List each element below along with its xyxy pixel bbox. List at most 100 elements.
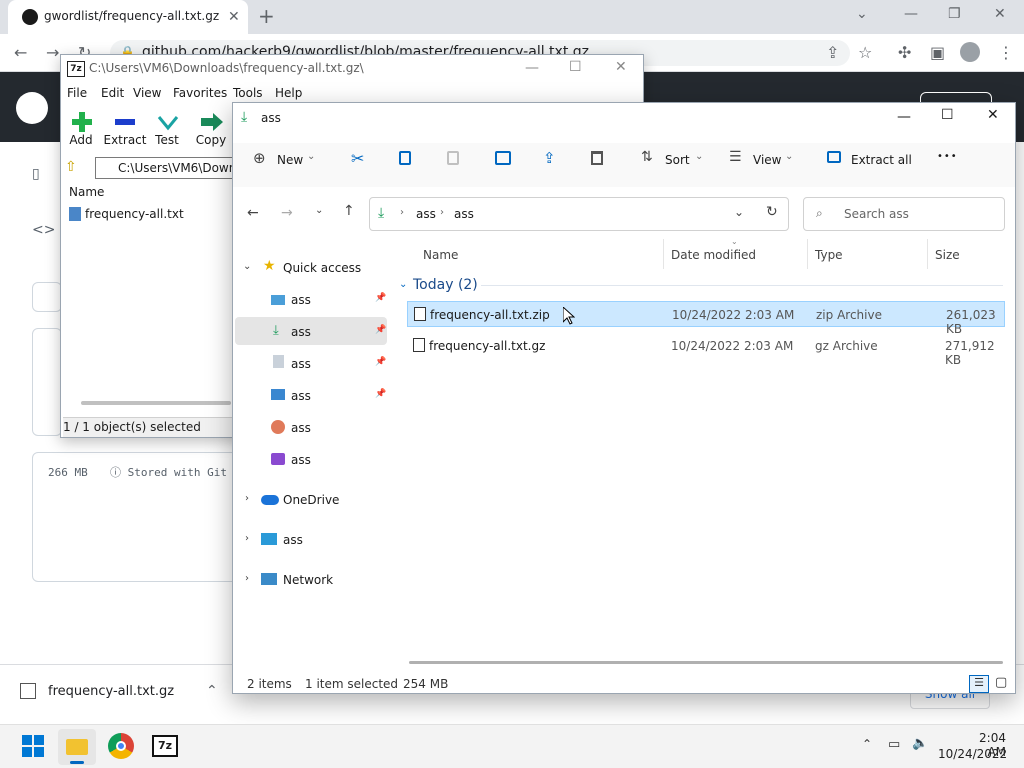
new-button[interactable]: New: [277, 153, 303, 167]
copy-icon[interactable]: [399, 151, 411, 165]
tab-title: gwordlist/frequency-all.txt.gz at: [44, 9, 220, 23]
chrome-center-dot: [116, 741, 126, 751]
tiles-view-icon[interactable]: ▢: [995, 675, 1007, 690]
nav-this-pc[interactable]: ass: [283, 533, 303, 547]
network-tray-icon[interactable]: ▭: [888, 737, 900, 752]
menu-tools[interactable]: Tools: [233, 86, 263, 100]
refresh-icon[interactable]: ↻: [766, 204, 778, 220]
explorer-hscrollbar[interactable]: [409, 661, 1003, 664]
volume-icon[interactable]: 🔈: [912, 736, 928, 751]
nav-item-3[interactable]: ass: [291, 357, 311, 371]
nav-item-6[interactable]: ass: [291, 453, 311, 467]
explorer-minimize-icon[interactable]: —: [897, 109, 911, 125]
sevenzip-hscrollbar[interactable]: [81, 401, 231, 405]
tab-search-chevron-icon[interactable]: ⌄: [856, 6, 868, 22]
up-arrow-icon[interactable]: ↑: [343, 203, 355, 219]
group-header[interactable]: Today (2): [413, 277, 478, 293]
file-row-1[interactable]: frequency-all.txt.zip 10/24/2022 2:03 AM…: [407, 301, 1005, 336]
quick-access-chevron-icon[interactable]: ⌄: [243, 261, 251, 272]
extensions-icon[interactable]: ✣: [898, 43, 911, 62]
sevenzip-column-name[interactable]: Name: [63, 183, 233, 205]
download-chevron-up-icon[interactable]: ⌃: [206, 683, 218, 699]
up-folder-icon[interactable]: ⇧: [65, 159, 77, 175]
share-icon[interactable]: ⇪: [543, 149, 556, 167]
chrome-icon[interactable]: [108, 733, 134, 759]
nav-item-2[interactable]: ass: [291, 325, 311, 339]
side-panel-icon[interactable]: ▣: [930, 43, 945, 62]
new-tab-button[interactable]: +: [258, 4, 275, 28]
column-type[interactable]: Type: [815, 248, 843, 262]
nav-item-4[interactable]: ass: [291, 389, 311, 403]
more-options-button[interactable]: •••: [937, 151, 958, 162]
menu-view[interactable]: View: [133, 86, 161, 100]
address-field[interactable]: ⤓ › ass › ass ⌄ ↻: [369, 197, 789, 231]
repo-icon[interactable]: ▯: [32, 166, 40, 182]
explorer-back-icon[interactable]: ←: [247, 205, 259, 221]
tray-chevron-icon[interactable]: ⌃: [862, 737, 872, 751]
nav-item-5[interactable]: ass: [291, 421, 311, 435]
minimize-icon[interactable]: —: [904, 6, 918, 22]
breadcrumb-segment-1[interactable]: ass: [416, 207, 436, 221]
rename-icon[interactable]: [495, 151, 511, 165]
file-row-2[interactable]: frequency-all.txt.gz 10/24/2022 2:03 AM …: [407, 333, 1005, 367]
breadcrumb-segment-2[interactable]: ass: [454, 207, 474, 221]
menu-favorites[interactable]: Favorites: [173, 86, 227, 100]
explorer-forward-icon[interactable]: →: [281, 205, 293, 221]
code-icon[interactable]: <>: [32, 222, 55, 238]
delete-icon[interactable]: [591, 151, 603, 165]
download-item-name[interactable]: frequency-all.txt.gz: [48, 684, 174, 699]
restore-icon[interactable]: ❐: [948, 6, 961, 22]
extract-all-icon: [827, 151, 841, 163]
sevenzip-taskbar-icon[interactable]: 7z: [152, 735, 178, 757]
download-arrow-icon: ⤓: [241, 109, 248, 125]
menu-edit[interactable]: Edit: [101, 86, 124, 100]
profile-avatar[interactable]: [960, 42, 980, 62]
tab-close-icon[interactable]: ✕: [228, 9, 240, 25]
explorer-maximize-icon[interactable]: ☐: [941, 107, 954, 123]
cut-icon[interactable]: ✂: [351, 149, 364, 168]
address-dropdown-chevron-icon[interactable]: ⌄: [734, 205, 744, 219]
column-size[interactable]: Size: [935, 248, 960, 262]
bookmark-star-icon[interactable]: ☆: [858, 43, 872, 62]
nav-item-1[interactable]: ass: [291, 293, 311, 307]
search-box[interactable]: ⌕ Search ass: [803, 197, 1005, 231]
menu-help[interactable]: Help: [275, 86, 302, 100]
nav-item-2-selected[interactable]: [235, 317, 387, 345]
clock-date[interactable]: 10/24/2022: [938, 747, 1007, 761]
sevenzip-maximize-icon[interactable]: ☐: [569, 59, 582, 75]
column-date-modified[interactable]: Date modified: [671, 248, 756, 262]
column-name[interactable]: Name: [423, 248, 458, 262]
onedrive-chevron-icon[interactable]: ›: [245, 493, 249, 504]
recent-chevron-icon[interactable]: ⌄: [315, 205, 323, 216]
sort-button[interactable]: Sort: [665, 153, 690, 167]
share-icon[interactable]: ⇪: [826, 43, 839, 62]
details-view-icon[interactable]: ☰: [969, 675, 989, 693]
close-window-icon[interactable]: ✕: [994, 6, 1006, 22]
pin-icon-2: 📌: [375, 325, 387, 335]
back-icon[interactable]: ←: [14, 43, 27, 62]
explorer-close-icon[interactable]: ✕: [987, 107, 999, 123]
extract-minus-icon: [115, 119, 135, 125]
taskbar-explorer-button[interactable]: [58, 729, 96, 765]
forward-icon[interactable]: →: [46, 43, 59, 62]
sevenzip-minimize-icon[interactable]: —: [525, 60, 539, 76]
extract-all-button[interactable]: Extract all: [851, 153, 912, 167]
browser-tab[interactable]: gwordlist/frequency-all.txt.gz at ✕: [8, 0, 248, 34]
branch-button[interactable]: [32, 282, 62, 312]
copy-button[interactable]: Copy: [185, 133, 237, 147]
group-collapse-chevron-icon[interactable]: ⌄: [399, 279, 407, 290]
menu-file[interactable]: File: [67, 86, 87, 100]
nav-network[interactable]: Network: [283, 573, 333, 587]
this-pc-chevron-icon[interactable]: ›: [245, 533, 249, 544]
github-logo-icon[interactable]: [16, 92, 48, 124]
view-button[interactable]: View: [753, 153, 781, 167]
network-chevron-icon[interactable]: ›: [245, 573, 249, 584]
menu-kebab-icon[interactable]: ⋮: [998, 43, 1014, 62]
search-placeholder[interactable]: Search ass: [844, 207, 909, 221]
start-icon[interactable]: [22, 735, 44, 757]
quick-access-item[interactable]: Quick access: [283, 261, 361, 275]
sevenzip-close-icon[interactable]: ✕: [615, 59, 627, 75]
nav-onedrive[interactable]: OneDrive: [283, 493, 339, 507]
sevenzip-list-item[interactable]: frequency-all.txt: [85, 207, 184, 221]
view-icon: ☰: [729, 149, 742, 165]
